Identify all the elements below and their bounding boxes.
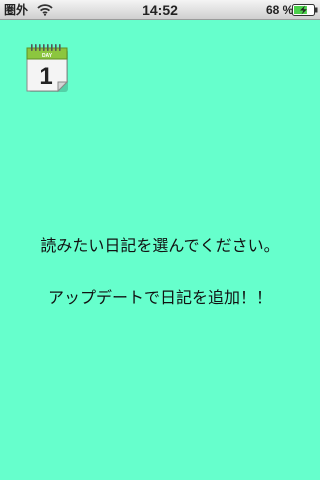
calendar-day-number: 1 <box>39 63 52 90</box>
calendar-icon: DAY 1 <box>26 44 69 93</box>
battery-percent: 68 % <box>266 3 294 17</box>
calendar-button[interactable]: DAY 1 <box>26 42 70 94</box>
battery-charging-icon <box>292 4 318 16</box>
message-line-2: アップデートで日記を追加！！ <box>47 288 272 307</box>
status-bar: 圏外 14:52 68 % <box>0 0 320 20</box>
message-line-1: 読みたい日記を選んでください。 <box>40 236 280 255</box>
calendar-header-text: DAY <box>42 53 53 59</box>
